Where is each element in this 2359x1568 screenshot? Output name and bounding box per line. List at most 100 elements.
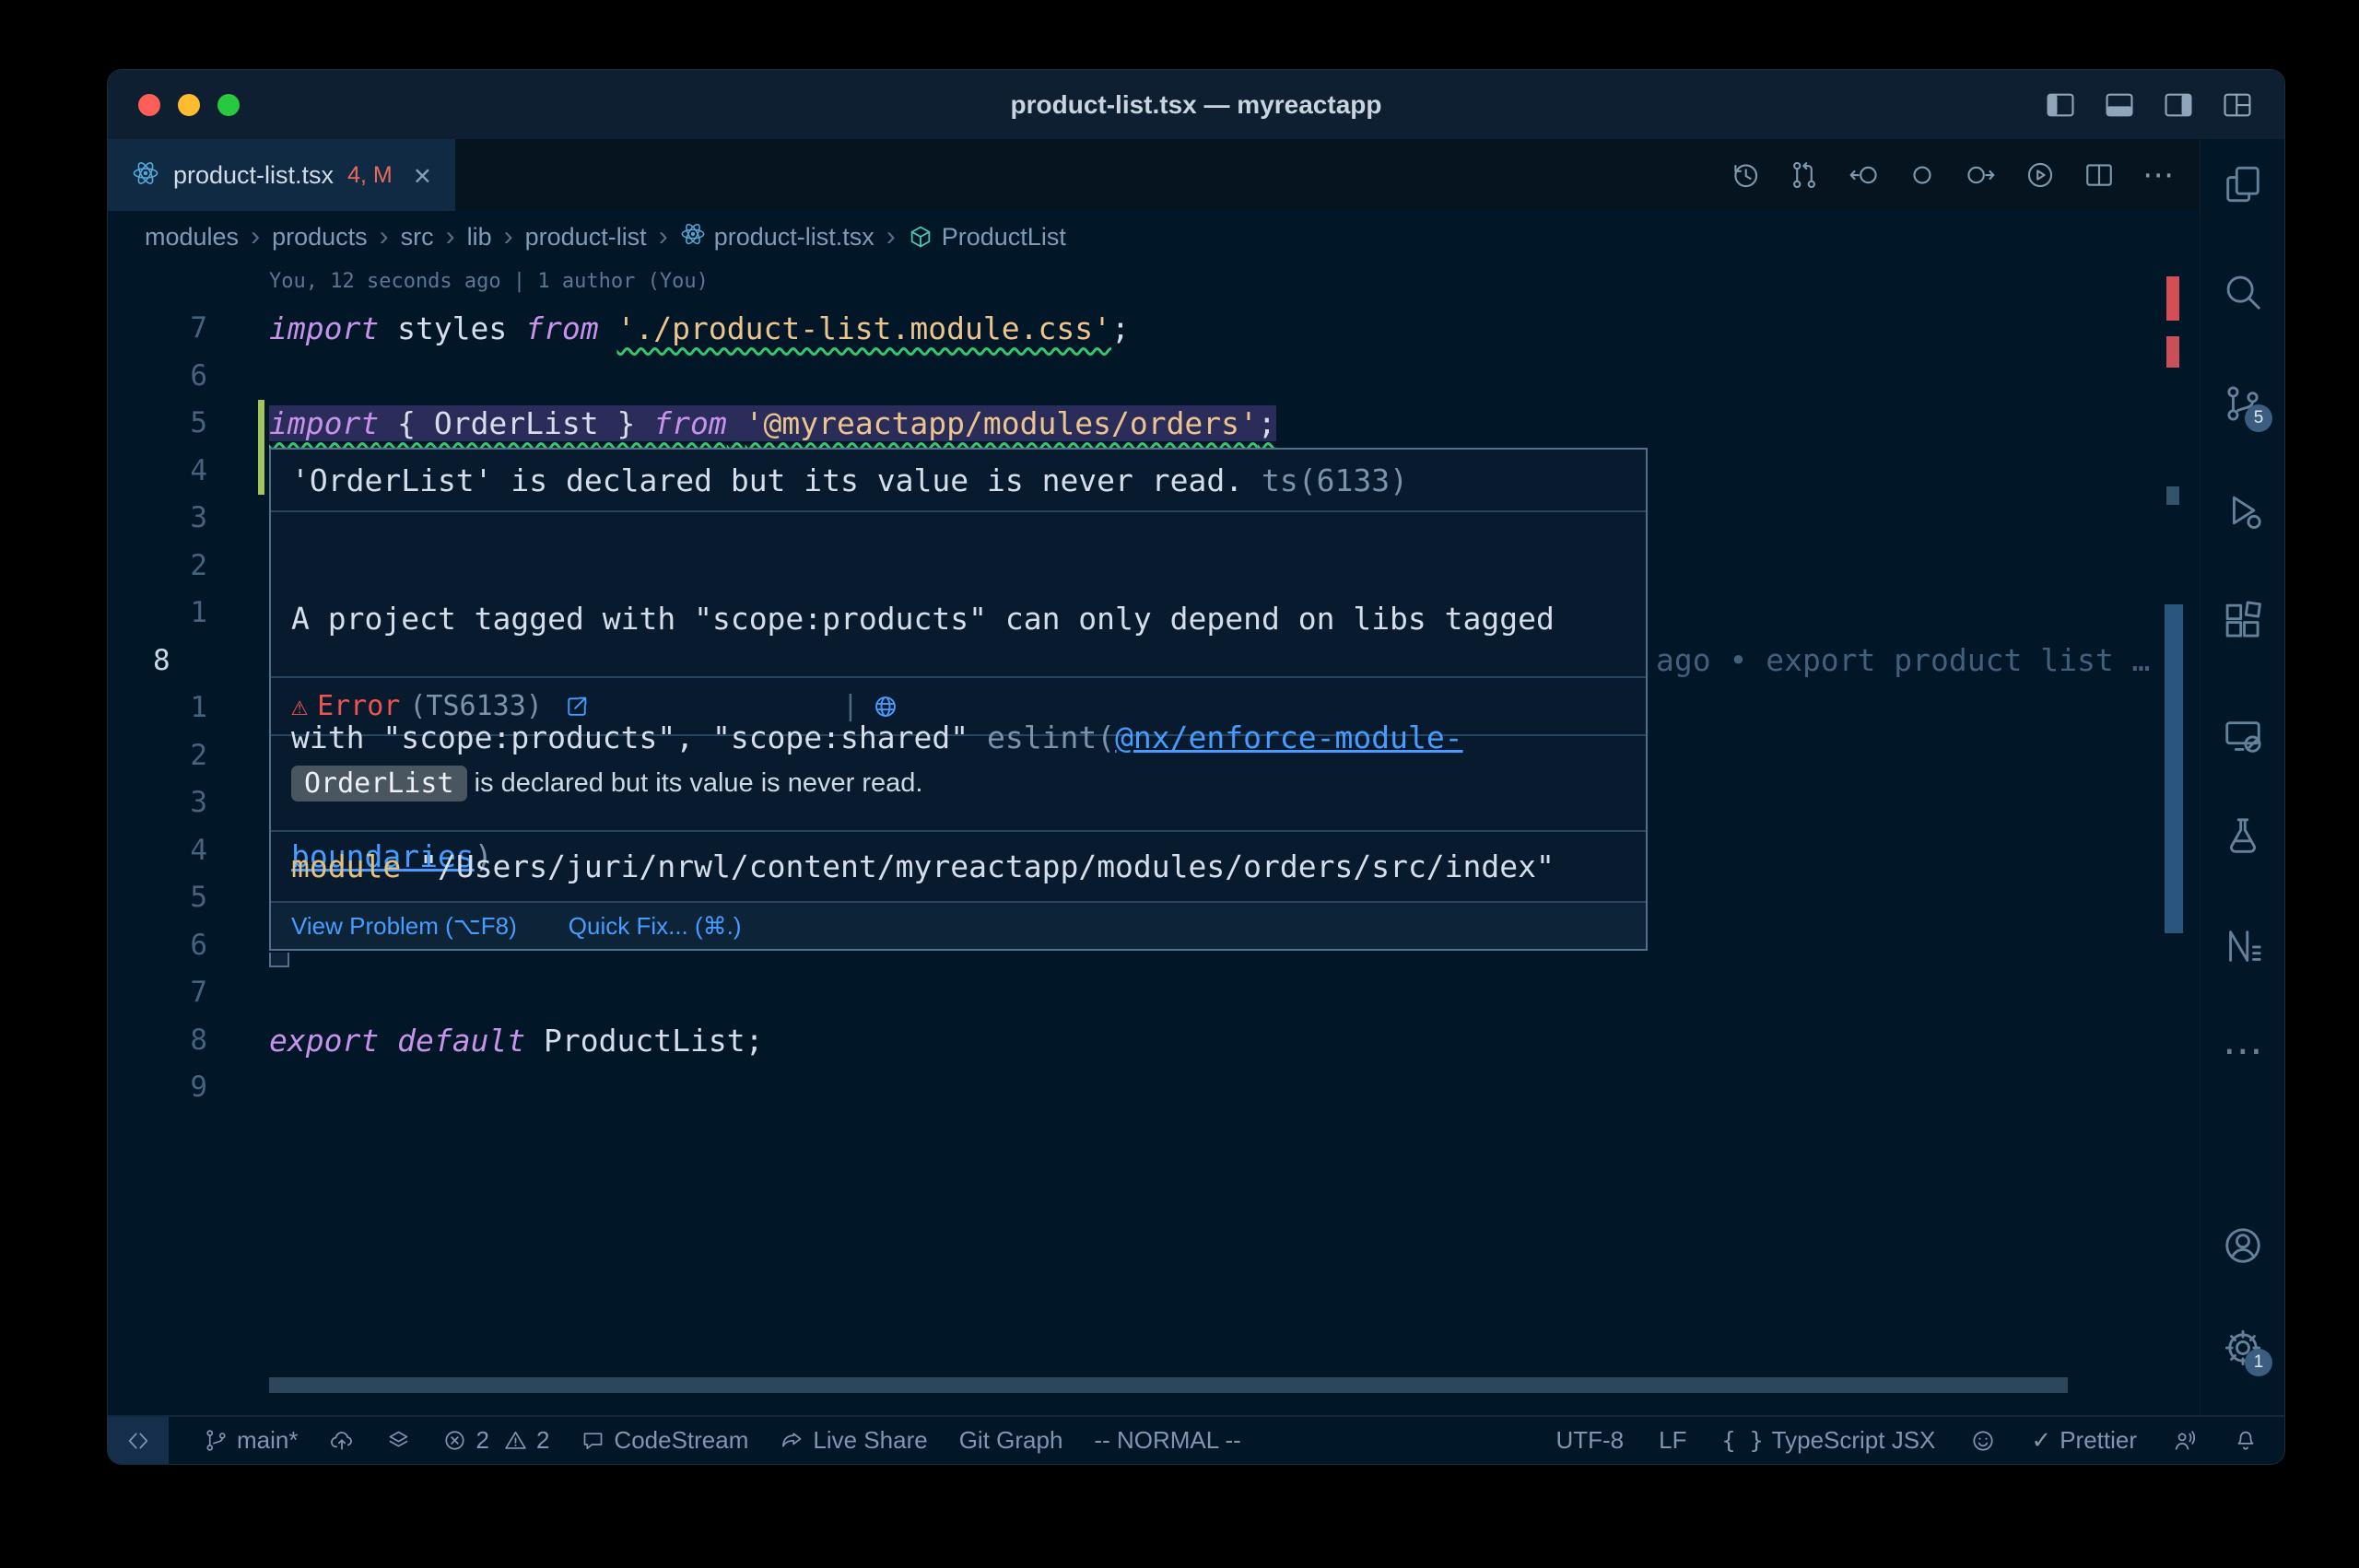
line-number[interactable]: 1 xyxy=(108,685,207,732)
breadcrumb-src[interactable]: src xyxy=(401,223,434,252)
line-number[interactable]: 9 xyxy=(108,1064,207,1112)
nx-console-icon[interactable] xyxy=(2222,925,2264,967)
breadcrumb-product-list[interactable]: product-list xyxy=(525,223,647,252)
remote-indicator[interactable] xyxy=(108,1417,169,1464)
notifications-button[interactable] xyxy=(2233,1417,2259,1464)
code-line-blank[interactable] xyxy=(269,969,2163,1017)
line-number[interactable]: 4 xyxy=(108,827,207,875)
line-number[interactable]: 7 xyxy=(108,305,207,353)
layers-icon xyxy=(386,1428,411,1453)
breadcrumb-modules[interactable]: modules xyxy=(145,223,239,252)
line-number[interactable]: 1 xyxy=(108,590,207,638)
problems-indicator[interactable]: 2 2 xyxy=(442,1417,549,1464)
more-actions-icon[interactable]: ⋯ xyxy=(2142,159,2174,191)
breadcrumb-lib[interactable]: lib xyxy=(467,223,492,252)
live-share-contacts-button[interactable] xyxy=(2172,1417,2198,1464)
source-control-badge: 5 xyxy=(2245,404,2272,432)
eol-indicator[interactable]: LF xyxy=(1659,1417,1686,1464)
error-hover-tooltip: 'OrderList' is declared but its value is… xyxy=(269,448,1648,951)
toggle-panel-icon[interactable] xyxy=(2104,89,2135,121)
run-file-icon[interactable] xyxy=(2025,159,2056,191)
next-change-icon[interactable] xyxy=(1966,159,1997,191)
warning-triangle-icon xyxy=(503,1428,528,1453)
feedback-smiley-button[interactable] xyxy=(1970,1417,1996,1464)
line-number[interactable]: 3 xyxy=(108,495,207,543)
encoding-indicator[interactable]: UTF-8 xyxy=(1555,1417,1624,1464)
titlebar: product-list.tsx — myreactapp xyxy=(108,70,2284,139)
language-mode-indicator[interactable]: { } TypeScript JSX xyxy=(1722,1417,1936,1464)
code-line-export-default[interactable]: export default ProductList; xyxy=(269,1017,2163,1065)
codestream-icon xyxy=(581,1428,605,1453)
gutter-modified-indicator xyxy=(258,400,264,495)
hover-resize-nub xyxy=(269,953,289,967)
horizontal-scrollbar-thumb[interactable] xyxy=(269,1377,2068,1393)
zoom-window-button[interactable] xyxy=(217,94,240,116)
react-file-icon xyxy=(680,221,706,253)
timeline-history-icon[interactable] xyxy=(1730,159,1761,191)
divider: | xyxy=(842,690,859,722)
minimize-window-button[interactable] xyxy=(178,94,200,116)
change-circle-icon[interactable] xyxy=(1907,159,1938,191)
nx-rule-link[interactable]: @nx/enforce-module- xyxy=(1115,720,1463,755)
tab-product-list[interactable]: product-list.tsx 4, M × xyxy=(108,139,455,211)
breadcrumb-file[interactable]: product-list.tsx xyxy=(680,221,874,253)
vim-mode-indicator[interactable]: -- NORMAL -- xyxy=(1094,1417,1240,1464)
testing-icon[interactable] xyxy=(2222,814,2264,857)
smiley-icon xyxy=(1970,1428,1996,1454)
code-line-blank[interactable] xyxy=(269,353,2163,401)
line-number[interactable]: 6 xyxy=(108,922,207,970)
branch-indicator[interactable]: main* xyxy=(204,1417,298,1464)
toggle-secondary-sidebar-icon[interactable] xyxy=(2163,89,2194,121)
status-left: main* 2 xyxy=(108,1417,1241,1464)
pull-request-icon[interactable] xyxy=(1789,159,1820,191)
more-views-icon[interactable]: ⋯ xyxy=(2222,1030,2264,1072)
previous-change-icon[interactable] xyxy=(1848,159,1879,191)
globe-icon[interactable] xyxy=(872,628,1138,785)
line-number[interactable]: 4 xyxy=(108,448,207,496)
breadcrumb-products[interactable]: products xyxy=(272,223,368,252)
toggle-primary-sidebar-icon[interactable] xyxy=(2045,89,2076,121)
remote-explorer-icon[interactable] xyxy=(2222,715,2264,757)
bell-icon xyxy=(2233,1428,2259,1454)
code-line-import-styles[interactable]: import styles from './product-list.modul… xyxy=(269,305,2163,353)
prettier-indicator[interactable]: ✓ Prettier xyxy=(2031,1417,2137,1464)
close-tab-icon[interactable]: × xyxy=(414,160,431,191)
breadcrumb-symbol[interactable]: ProductList xyxy=(908,223,1066,252)
close-window-button[interactable] xyxy=(138,94,160,116)
error-code: (TS6133) xyxy=(409,690,543,722)
git-branch-icon xyxy=(204,1428,229,1453)
line-number[interactable]: 5 xyxy=(108,874,207,922)
layers-indicator[interactable] xyxy=(386,1417,411,1464)
line-number[interactable]: 7 xyxy=(108,969,207,1017)
current-line-number[interactable]: 8 xyxy=(108,638,207,685)
vscode-window: product-list.tsx — myreactapp xyxy=(107,69,2285,1465)
line-number[interactable]: 8 xyxy=(108,1017,207,1065)
customize-layout-icon[interactable] xyxy=(2222,89,2253,121)
git-graph-button[interactable]: Git Graph xyxy=(959,1417,1063,1464)
live-share-button[interactable]: Live Share xyxy=(780,1417,927,1464)
code-editor[interactable]: You, 12 seconds ago | 1 author (You) 7 6… xyxy=(108,263,2200,1415)
open-external-icon[interactable] xyxy=(563,628,829,785)
view-problem-link[interactable]: View Problem (⌥F8) xyxy=(291,912,517,941)
line-number[interactable]: 5 xyxy=(108,400,207,448)
line-number[interactable]: 2 xyxy=(108,543,207,591)
codestream-button[interactable]: CodeStream xyxy=(581,1417,748,1464)
codelens-authors[interactable]: You, 12 seconds ago | 1 author (You) xyxy=(269,270,709,293)
split-editor-icon[interactable] xyxy=(2083,159,2115,191)
run-debug-icon[interactable] xyxy=(2222,489,2264,532)
overview-info-mark xyxy=(2166,486,2179,505)
quick-fix-link[interactable]: Quick Fix... (⌘.) xyxy=(569,912,742,941)
account-icon[interactable] xyxy=(2222,1224,2264,1267)
explorer-icon[interactable] xyxy=(2222,163,2264,205)
line-number[interactable]: 6 xyxy=(108,353,207,401)
publish-changes-button[interactable] xyxy=(329,1417,355,1464)
search-icon[interactable] xyxy=(2222,271,2264,313)
status-bar: main* 2 xyxy=(108,1415,2284,1464)
code-line-import-orderlist[interactable]: import { OrderList } from '@myreactapp/m… xyxy=(269,400,2163,448)
code-line-blank[interactable] xyxy=(269,1064,2163,1112)
vertical-scrollbar-thumb[interactable] xyxy=(2165,604,2183,933)
extensions-icon[interactable] xyxy=(2222,600,2264,642)
line-number[interactable]: 2 xyxy=(108,732,207,780)
line-number[interactable]: 3 xyxy=(108,779,207,827)
line-number-gutter: 7 6 5 4 3 2 1 8 1 2 3 4 5 6 7 xyxy=(108,305,207,1112)
